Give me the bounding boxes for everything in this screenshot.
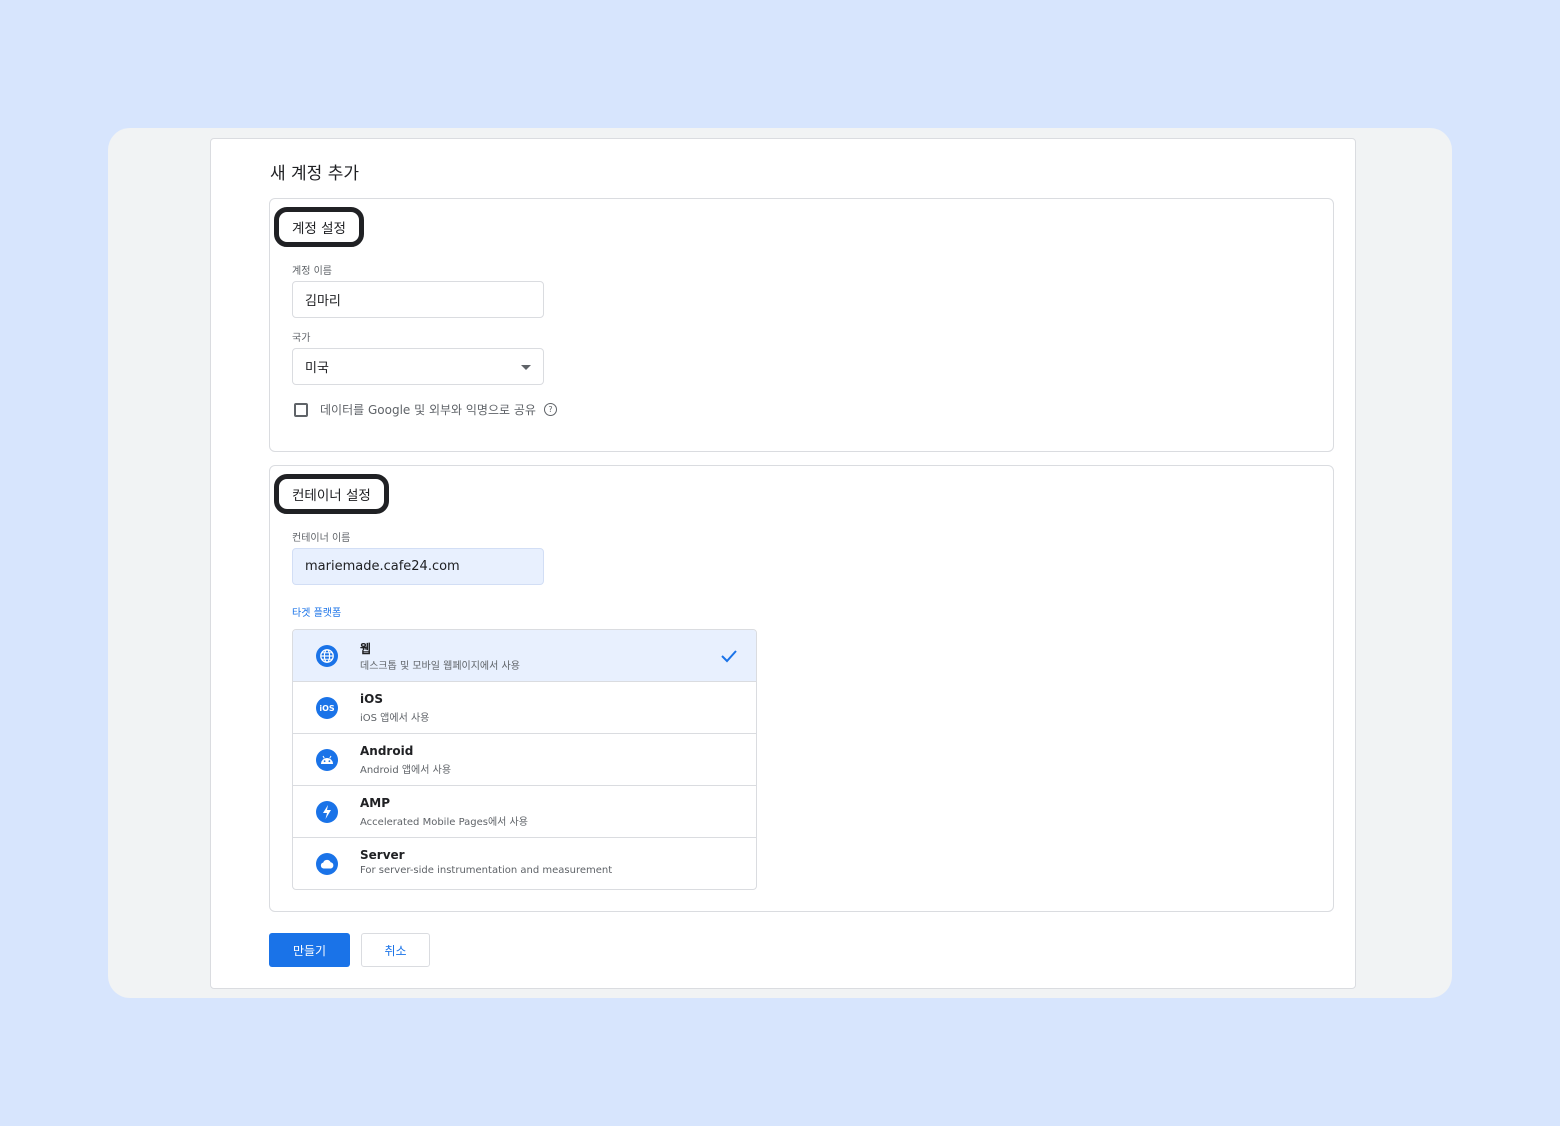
share-data-row: 데이터를 Google 및 외부와 익명으로 공유 ?	[294, 401, 557, 418]
container-name-value: mariemade.cafe24.com	[305, 559, 460, 574]
platform-option-android[interactable]: Android Android 앱에서 사용	[293, 733, 756, 785]
country-value: 미국	[305, 361, 329, 376]
cancel-button[interactable]: 취소	[361, 933, 430, 967]
android-icon	[316, 749, 338, 771]
dropdown-arrow-icon	[521, 365, 531, 370]
platform-name: iOS	[360, 692, 383, 706]
account-name-input[interactable]: 김마리	[292, 281, 544, 318]
check-icon	[720, 648, 738, 667]
globe-icon	[316, 645, 338, 667]
share-data-checkbox[interactable]	[294, 402, 308, 417]
platform-option-server[interactable]: Server For server-side instrumentation a…	[293, 837, 756, 889]
help-icon[interactable]: ?	[543, 403, 557, 416]
platform-option-amp[interactable]: AMP Accelerated Mobile Pages에서 사용	[293, 785, 756, 837]
country-label: 국가	[292, 333, 311, 344]
page-title: 새 계정 추가	[270, 164, 360, 184]
platform-name: Server	[360, 848, 405, 862]
platform-desc: Accelerated Mobile Pages에서 사용	[360, 817, 528, 828]
country-select[interactable]: 미국	[292, 348, 544, 385]
platform-name: 웹	[360, 642, 372, 656]
cloud-icon	[316, 853, 338, 875]
create-button[interactable]: 만들기	[269, 933, 350, 967]
platform-desc: Android 앱에서 사용	[360, 765, 452, 776]
container-section-title: 컨테이너 설정	[274, 474, 389, 514]
platform-option-web[interactable]: 웹 데스크톱 및 모바일 웹페이지에서 사용	[293, 630, 756, 681]
account-name-label: 계정 이름	[292, 266, 332, 277]
container-section: 컨테이너 설정 컨테이너 이름 mariemade.cafe24.com 타겟 …	[269, 465, 1334, 912]
platform-list: 웹 데스크톱 및 모바일 웹페이지에서 사용 iOS iOS iOS 앱에서 사…	[292, 629, 757, 890]
platform-option-ios[interactable]: iOS iOS iOS 앱에서 사용	[293, 681, 756, 733]
platform-desc: 데스크톱 및 모바일 웹페이지에서 사용	[360, 661, 520, 672]
ios-icon: iOS	[316, 697, 338, 719]
bolt-icon	[316, 801, 338, 823]
form-card: 새 계정 추가 계정 설정 계정 이름 김마리 국가 미국 데이터를 Googl…	[210, 138, 1356, 989]
container-name-label: 컨테이너 이름	[292, 533, 351, 544]
account-section-title: 계정 설정	[274, 207, 364, 247]
container-name-input[interactable]: mariemade.cafe24.com	[292, 548, 544, 585]
account-section: 계정 설정 계정 이름 김마리 국가 미국 데이터를 Google 및 외부와 …	[269, 198, 1334, 452]
platform-desc: iOS 앱에서 사용	[360, 713, 430, 724]
share-data-label: 데이터를 Google 및 외부와 익명으로 공유	[320, 403, 536, 417]
platform-desc: For server-side instrumentation and meas…	[360, 865, 613, 876]
platform-name: Android	[360, 744, 414, 758]
platform-name: AMP	[360, 796, 391, 810]
target-platform-label: 타겟 플랫폼	[292, 608, 342, 619]
account-name-value: 김마리	[305, 294, 341, 309]
